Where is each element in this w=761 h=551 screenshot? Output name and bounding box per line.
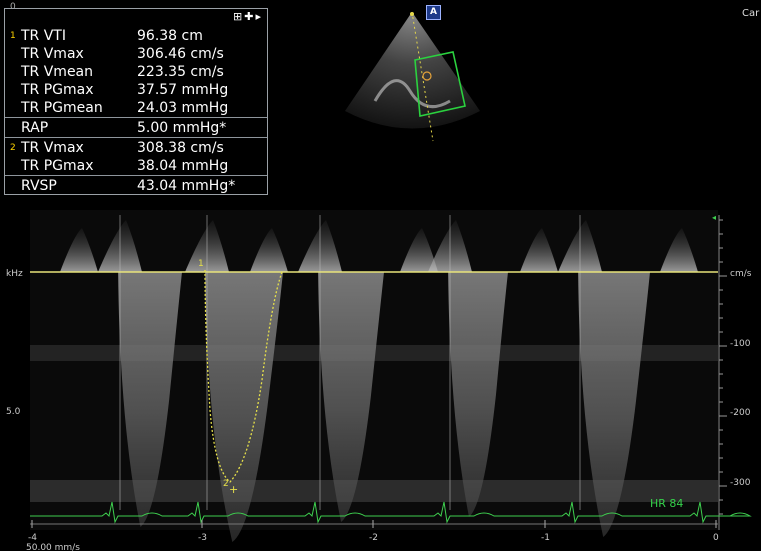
measurement-label: RVSP [21, 178, 57, 194]
measurement-value: 308.38 cm/s [137, 140, 224, 156]
measurement-separator [5, 117, 267, 118]
panel-controls-icon[interactable]: ⊞✚▸ [233, 10, 263, 23]
measurement-label: TR VTI [21, 28, 66, 44]
right-axis-tick-300: -300 [730, 478, 751, 488]
time-tick-minus1: -1 [541, 533, 550, 543]
measurement-row[interactable]: TR Vmean 223.35 cm/s [5, 63, 267, 81]
caliper-cross-icon[interactable]: + [229, 483, 238, 496]
right-axis-tick-200: -200 [730, 408, 751, 418]
top-right-label: Car [742, 8, 760, 19]
measurement-value: 5.00 mmHg* [137, 120, 227, 136]
time-tick-minus4: -4 [28, 533, 37, 543]
measurement-row[interactable]: TR PGmax 37.57 mmHg [5, 81, 267, 99]
measurement-label: TR PGmax [21, 158, 94, 174]
measurement-label: TR Vmax [21, 46, 84, 62]
sector-fan [345, 12, 480, 129]
right-axis-tick-100: -100 [730, 339, 751, 349]
heart-rate-readout: HR 84 [650, 497, 683, 510]
measurement-row[interactable]: 2 TR Vmax 308.38 cm/s [5, 139, 267, 157]
top-right-arrow-icon: ◂ [712, 213, 716, 222]
measurement-row[interactable]: RAP 5.00 mmHg* [5, 119, 267, 137]
measurement-value: 43.04 mmHg* [137, 178, 236, 194]
measurement-row[interactable]: RVSP 43.04 mmHg* [5, 177, 267, 195]
caliper-marker-2[interactable]: 2 [223, 479, 229, 489]
measurement-label: RAP [21, 120, 49, 136]
measurement-value: 306.46 cm/s [137, 46, 224, 62]
measurement-row[interactable]: TR PGmean 24.03 mmHg [5, 99, 267, 117]
measurement-value: 223.35 cm/s [137, 64, 224, 80]
probe-marker [410, 12, 414, 16]
measurement-separator [5, 137, 267, 138]
right-axis-unit: cm/s [730, 269, 752, 279]
measurement-index: 2 [10, 143, 16, 153]
measurement-panel[interactable]: ⊞✚▸ 1 TR VTI 96.38 cm TR Vmax 306.46 cm/s TR … [4, 8, 268, 195]
time-tick-minus2: -2 [369, 533, 378, 543]
measurement-label: TR PGmax [21, 82, 94, 98]
measurement-label: TR Vmax [21, 140, 84, 156]
measurement-index: 1 [10, 31, 16, 41]
caliper-marker-1[interactable]: 1 [198, 259, 204, 269]
measurement-value: 24.03 mmHg [137, 100, 229, 116]
measurement-value: 38.04 mmHg [137, 158, 229, 174]
measurement-row[interactable]: 1 TR VTI 96.38 cm [5, 27, 267, 45]
left-axis-unit: kHz [6, 269, 23, 279]
vendor-logo-icon: A [426, 5, 441, 20]
measurement-separator [5, 175, 267, 176]
sector-image-thumbnail[interactable] [335, 6, 485, 156]
measurement-row[interactable]: TR Vmax 306.46 cm/s [5, 45, 267, 63]
time-tick-0: 0 [713, 533, 719, 543]
left-axis-mid-label: 5.0 [6, 407, 21, 417]
doppler-spectrum[interactable]: 1 2 + kHz 5.0 cm/s -100 -200 -300 ◂ HR 8… [0, 210, 761, 551]
sweep-speed-label: 50.00 mm/s [26, 543, 80, 551]
measurement-value: 96.38 cm [137, 28, 203, 44]
right-axis-ticks [719, 219, 727, 515]
time-tick-minus3: -3 [198, 533, 207, 543]
measurement-label: TR Vmean [21, 64, 94, 80]
measurement-label: TR PGmean [21, 100, 103, 116]
measurement-row[interactable]: TR PGmax 38.04 mmHg [5, 157, 267, 175]
measurement-value: 37.57 mmHg [137, 82, 229, 98]
